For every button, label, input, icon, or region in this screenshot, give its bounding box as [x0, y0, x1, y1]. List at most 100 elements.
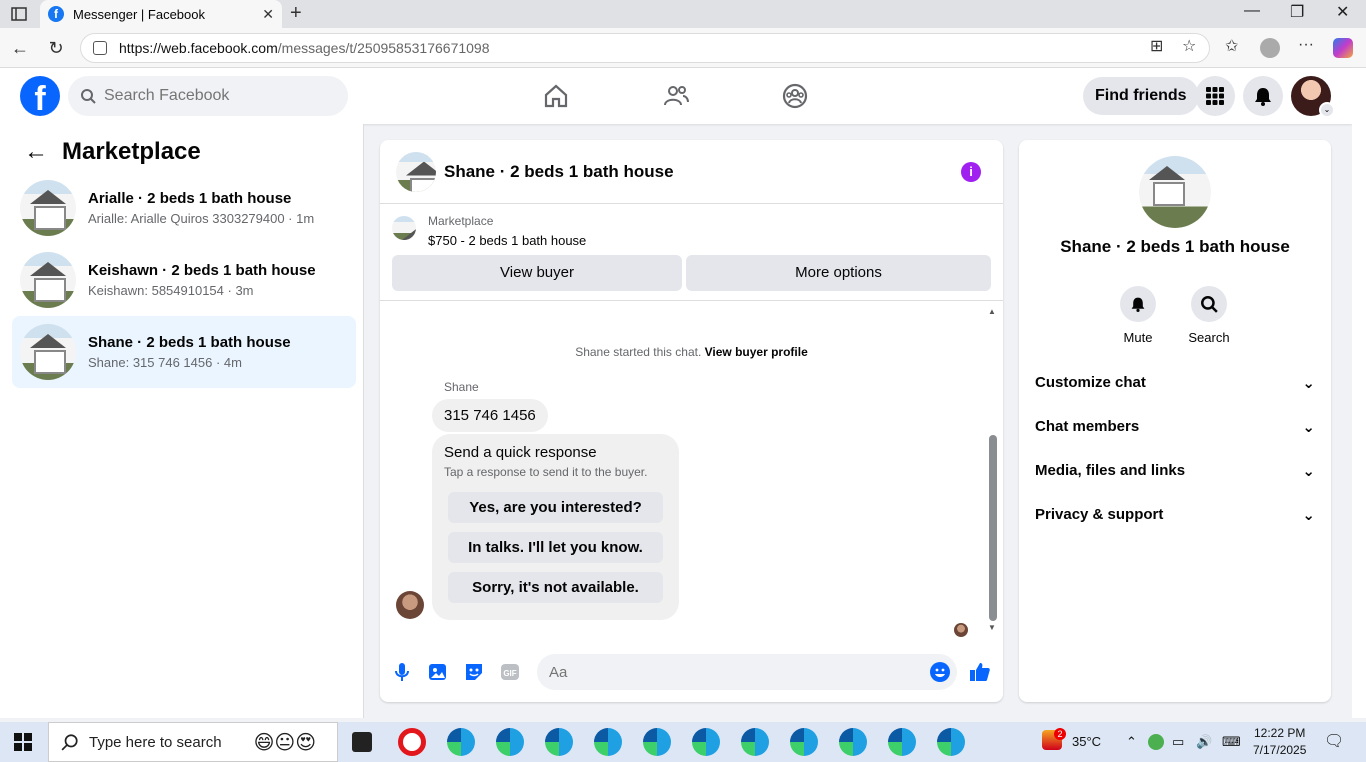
back-arrow-icon[interactable]: ← [24, 138, 48, 166]
listing-title: $750 - 2 beds 1 bath house [428, 233, 587, 248]
quick-reply-interested-button[interactable]: Yes, are you interested? [448, 492, 663, 523]
edge-icon[interactable] [643, 728, 671, 756]
home-icon[interactable] [542, 82, 570, 110]
view-buyer-profile-link[interactable]: View buyer profile [705, 345, 808, 359]
back-icon[interactable]: ← [8, 36, 32, 60]
url-field[interactable]: https://web.facebook.com/messages/t/2509… [80, 33, 1210, 63]
gif-icon[interactable]: GIF [498, 660, 522, 684]
favorite-star-icon[interactable]: ☆ [1182, 36, 1196, 56]
quick-response-subtitle: Tap a response to send it to the buyer. [444, 465, 648, 479]
quick-reply-not-available-button[interactable]: Sorry, it's not available. [448, 572, 663, 603]
more-menu-icon[interactable]: ··· [1298, 36, 1314, 54]
opera-icon[interactable] [398, 728, 426, 756]
customize-chat-section[interactable]: Customize chat ⌄ [1035, 374, 1315, 392]
search-icon [1201, 296, 1218, 313]
scroll-thumb[interactable] [989, 435, 997, 621]
mute-action[interactable]: Mute [1102, 286, 1174, 345]
restore-icon[interactable]: ❐ [1290, 2, 1304, 22]
search-icon [61, 734, 78, 751]
mute-button[interactable] [1120, 286, 1156, 322]
chat-started-notice: Shane started this chat. View buyer prof… [380, 345, 1003, 359]
search-action[interactable]: Search [1173, 286, 1245, 345]
favorites-icon[interactable]: ✩ [1225, 36, 1238, 56]
weather-temperature[interactable]: 35°C [1072, 734, 1101, 749]
conversation-item[interactable]: Keishawn · 2 beds 1 bath house Keishawn:… [12, 244, 356, 316]
chat-scrollbar[interactable]: ▲ ▼ [988, 307, 998, 632]
profile-icon[interactable] [1260, 38, 1280, 58]
taskbar-clock[interactable]: 12:22 PM 7/17/2025 [1253, 725, 1306, 759]
show-hidden-icons-icon[interactable]: ⌃ [1126, 734, 1137, 750]
windows-taskbar: Type here to search 😄😐😍 2 35°C ⌃ ▭ 🔊 ⌨ 1… [0, 722, 1366, 762]
edge-icon[interactable] [594, 728, 622, 756]
quick-response-card: Send a quick response Tap a response to … [432, 434, 679, 620]
like-thumbs-up-icon[interactable] [968, 660, 992, 684]
media-files-links-section[interactable]: Media, files and links ⌄ [1035, 462, 1315, 480]
edge-icon[interactable] [937, 728, 965, 756]
tab-actions-icon[interactable] [10, 5, 28, 23]
photo-icon[interactable] [426, 660, 450, 684]
battery-icon[interactable]: ▭ [1172, 734, 1184, 750]
edge-icon[interactable] [741, 728, 769, 756]
facebook-search[interactable] [68, 76, 348, 116]
privacy-support-section[interactable]: Privacy & support ⌄ [1035, 506, 1315, 524]
chevron-down-icon: ⌄ [1302, 507, 1315, 524]
chat-members-section[interactable]: Chat members ⌄ [1035, 418, 1315, 436]
conversation-preview: Arialle: Arialle Quiros 3303279400 · 1m [88, 211, 315, 226]
notifications-button[interactable] [1243, 76, 1283, 116]
search-in-chat-button[interactable] [1191, 286, 1227, 322]
edge-icon[interactable] [790, 728, 818, 756]
find-friends-button[interactable]: Find friends [1083, 77, 1199, 115]
edge-icon[interactable] [888, 728, 916, 756]
chat-listing-thumbnail[interactable] [396, 151, 436, 192]
chat-title[interactable]: Shane · 2 beds 1 bath house [444, 162, 674, 182]
sticker-icon[interactable] [462, 660, 486, 684]
info-icon[interactable]: i [961, 162, 981, 182]
edge-icon[interactable] [692, 728, 720, 756]
taskbar-app-icon[interactable] [352, 732, 372, 752]
more-options-button[interactable]: More options [686, 255, 991, 291]
friends-icon[interactable] [662, 82, 690, 110]
close-tab-icon[interactable]: ✕ [262, 6, 274, 23]
quick-response-title: Send a quick response [444, 444, 597, 461]
windows-start-icon[interactable] [14, 733, 32, 751]
scroll-up-icon[interactable]: ▲ [988, 307, 996, 316]
refresh-icon[interactable]: ↻ [44, 36, 68, 60]
new-tab-icon[interactable]: + [290, 2, 302, 25]
view-buyer-button[interactable]: View buyer [392, 255, 682, 291]
conversation-item[interactable]: Arialle · 2 beds 1 bath house Arialle: A… [12, 172, 356, 244]
message-bubble[interactable]: 315 746 1456 [432, 399, 548, 432]
copilot-icon[interactable] [1333, 38, 1353, 58]
menu-button[interactable] [1195, 76, 1235, 116]
chevron-down-icon: ⌄ [1319, 102, 1335, 118]
tray-app-icon[interactable] [1148, 734, 1164, 750]
site-info-icon[interactable] [93, 41, 107, 55]
quick-reply-in-talks-button[interactable]: In talks. I'll let you know. [448, 532, 663, 563]
conversation-item-active[interactable]: Shane · 2 beds 1 bath house Shane: 315 7… [12, 316, 356, 388]
volume-icon[interactable]: 🔊 [1196, 734, 1212, 750]
minimize-icon[interactable]: — [1244, 2, 1260, 20]
facebook-logo-icon[interactable]: f [20, 76, 60, 116]
close-window-icon[interactable]: ✕ [1336, 2, 1349, 22]
edge-icon[interactable] [496, 728, 524, 756]
microphone-icon[interactable] [390, 660, 414, 684]
facebook-search-input[interactable] [104, 87, 324, 105]
browser-tab[interactable]: f Messenger | Facebook ✕ [40, 0, 282, 28]
grid-menu-icon [1206, 87, 1224, 105]
page-scrollbar[interactable] [1352, 68, 1366, 718]
info-listing-thumbnail[interactable] [1139, 156, 1211, 228]
groups-icon[interactable] [781, 82, 809, 110]
message-input[interactable] [537, 654, 957, 690]
facebook-favicon-icon: f [48, 6, 64, 22]
keyboard-icon[interactable]: ⌨ [1222, 734, 1241, 750]
scroll-down-icon[interactable]: ▼ [988, 623, 996, 632]
sender-avatar[interactable] [396, 591, 424, 619]
bell-icon [1255, 88, 1271, 106]
edge-icon[interactable] [839, 728, 867, 756]
emoji-icon[interactable] [928, 660, 952, 684]
app-available-icon[interactable]: ⊞ [1150, 36, 1163, 56]
edge-icon[interactable] [545, 728, 573, 756]
edge-icon[interactable] [447, 728, 475, 756]
account-avatar[interactable]: ⌄ [1291, 76, 1335, 118]
notifications-center-icon[interactable]: 🗨 [1324, 731, 1344, 751]
taskbar-search[interactable]: Type here to search 😄😐😍 [48, 722, 338, 762]
